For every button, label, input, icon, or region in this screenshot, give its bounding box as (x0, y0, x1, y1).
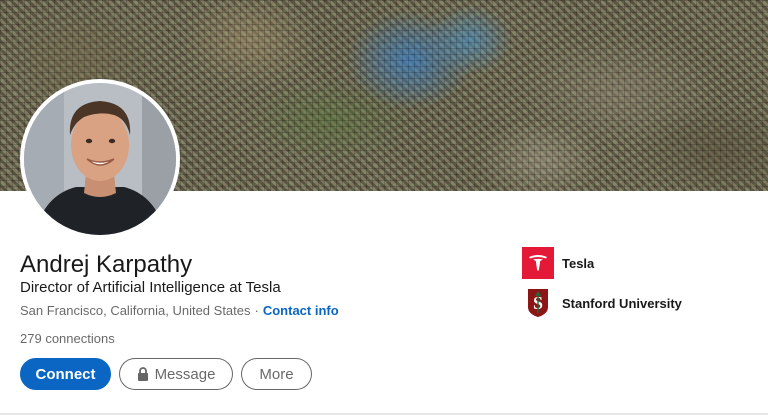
lock-icon (137, 367, 148, 381)
organizations-list: Tesla S Stanford University (522, 247, 682, 327)
connect-button[interactable]: Connect (20, 358, 111, 390)
separator-dot: · (254, 303, 259, 318)
org-item-tesla[interactable]: Tesla (522, 247, 682, 279)
profile-name: Andrej Karpathy (20, 251, 193, 278)
org-name-tesla: Tesla (562, 255, 595, 271)
profile-location: San Francisco, California, United States (20, 303, 251, 318)
org-name-stanford: Stanford University (562, 295, 682, 311)
more-button[interactable]: More (241, 358, 312, 390)
message-button-label: Message (154, 365, 216, 383)
connect-button-label: Connect (35, 365, 96, 383)
more-button-label: More (259, 365, 294, 383)
location-row: San Francisco, California, United States… (20, 303, 339, 318)
profile-card: Andrej Karpathy Director of Artificial I… (0, 0, 768, 415)
message-button[interactable]: Message (119, 358, 233, 390)
connections-number: 279 (20, 331, 42, 346)
connections-label: connections (45, 331, 115, 346)
profile-avatar[interactable] (20, 79, 180, 239)
avatar-photo-icon (24, 83, 176, 235)
contact-info-link[interactable]: Contact info (263, 303, 339, 318)
profile-headline: Director of Artificial Intelligence at T… (20, 279, 281, 296)
stanford-logo-icon: S (522, 287, 554, 319)
tesla-logo-icon (522, 247, 554, 279)
org-item-stanford[interactable]: S Stanford University (522, 287, 682, 319)
connections-count[interactable]: 279 connections (20, 331, 115, 346)
profile-actions: Connect Message More (20, 358, 312, 390)
